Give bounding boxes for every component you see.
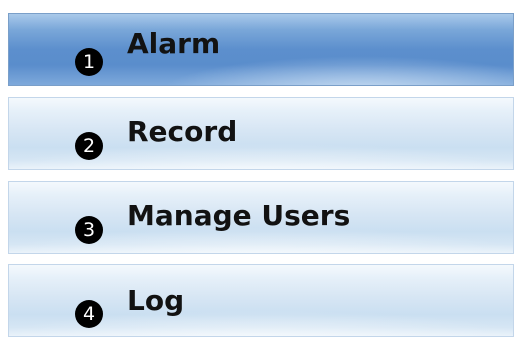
menu-item-log[interactable]: 4 Log — [8, 264, 514, 337]
menu-item-record[interactable]: 2 Record — [8, 97, 514, 170]
number-badge-3: 3 — [75, 216, 103, 244]
number-badge-4: 4 — [75, 300, 103, 328]
number-badge-2: 2 — [75, 132, 103, 160]
menu-item-label: Manage Users — [127, 199, 351, 232]
menu-item-manage-users[interactable]: 3 Manage Users — [8, 181, 514, 254]
menu-item-alarm[interactable]: 1 Alarm — [8, 13, 514, 86]
menu-item-label: Record — [127, 115, 238, 148]
menu-item-label: Alarm — [127, 27, 221, 60]
menu-item-label: Log — [127, 284, 185, 317]
number-badge-1: 1 — [75, 48, 103, 76]
navigation-menu: 1 Alarm 2 Record 3 Manage Users 4 Log — [0, 0, 517, 345]
